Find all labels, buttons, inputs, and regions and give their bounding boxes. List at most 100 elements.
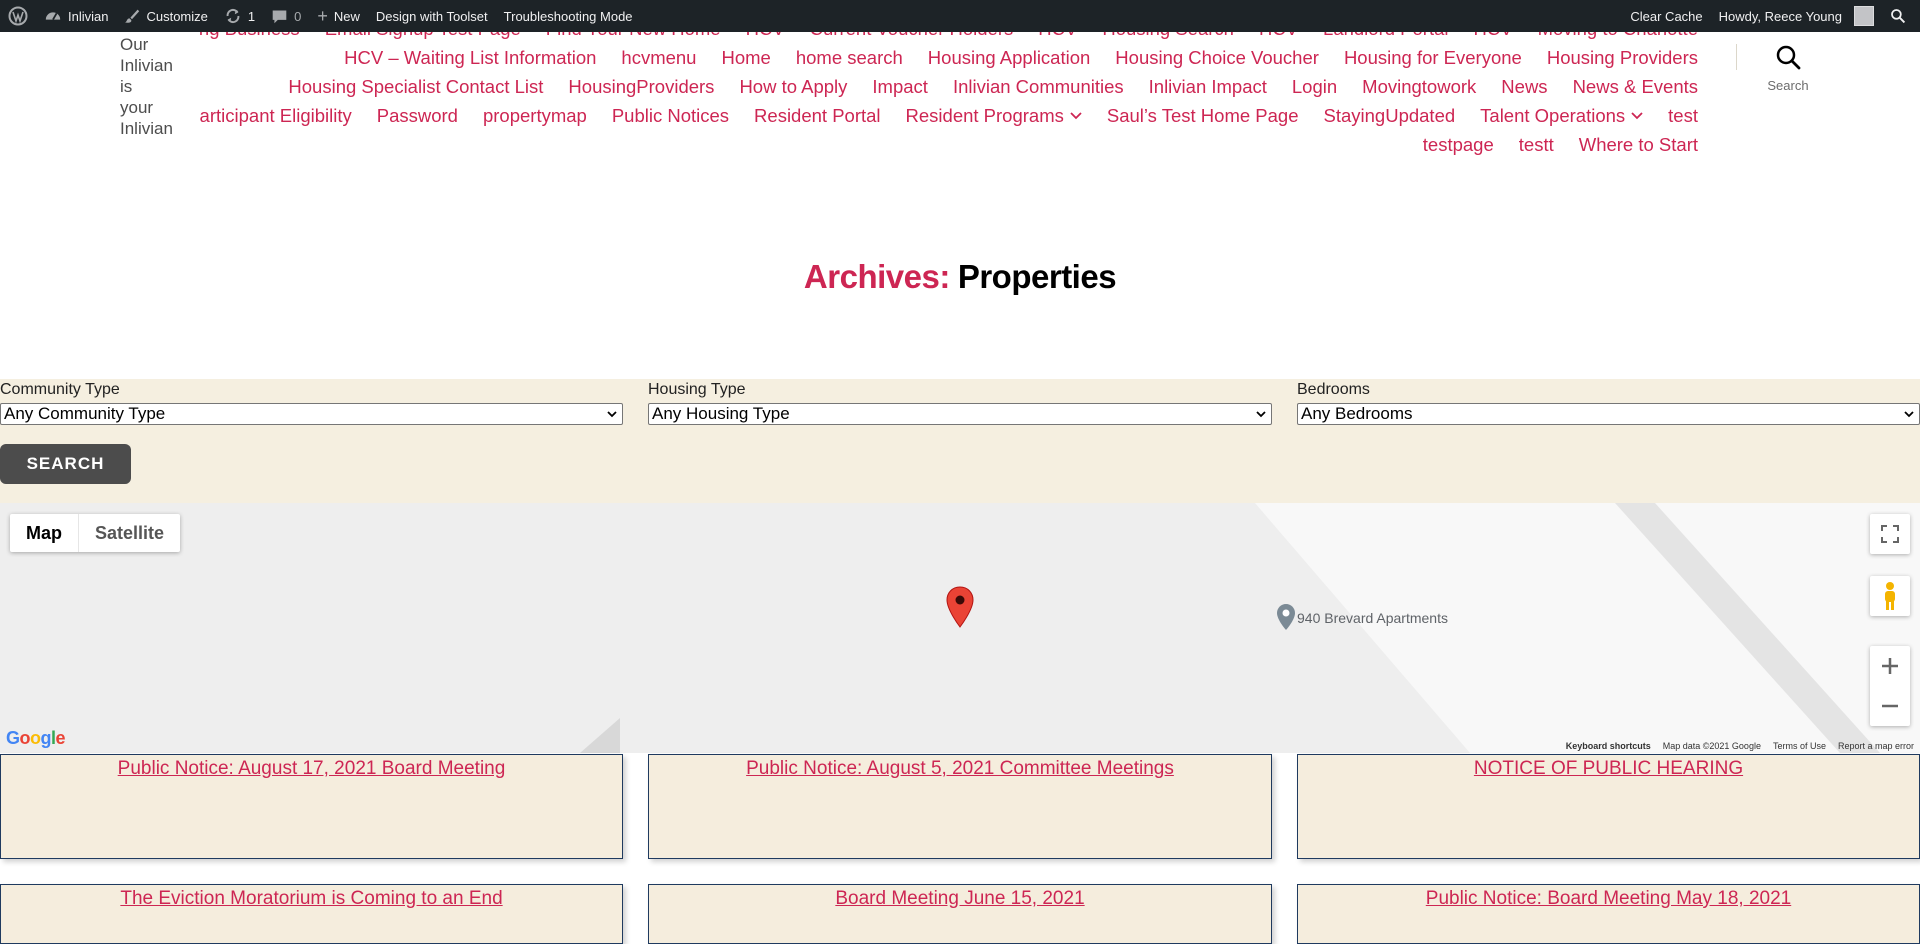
nav-item[interactable]: HCV – Waiting List Information: [344, 43, 596, 72]
nav-item[interactable]: Doing Business: [200, 32, 300, 43]
housing-type-select[interactable]: Any Housing Type: [648, 403, 1272, 425]
nav-item[interactable]: testt: [1519, 130, 1554, 159]
pegman-icon: [1885, 582, 1895, 610]
property-map[interactable]: Map Satellite 940 Brevard Apartments Goo…: [0, 503, 1920, 753]
nav-item[interactable]: Landlord Portal: [1323, 32, 1448, 43]
poi-label[interactable]: 940 Brevard Apartments: [1297, 610, 1448, 626]
post-card-link[interactable]: Public Notice: August 5, 2021 Committee …: [746, 758, 1174, 779]
troubleshooting-menu[interactable]: Troubleshooting Mode: [496, 0, 641, 32]
post-card-link[interactable]: The Eviction Moratorium is Coming to an …: [120, 888, 502, 909]
search-button[interactable]: SEARCH: [0, 444, 131, 484]
nav-item[interactable]: Impact: [872, 72, 928, 101]
nav-item[interactable]: hcvmenu: [621, 43, 696, 72]
clear-cache-button[interactable]: Clear Cache: [1622, 0, 1710, 32]
nav-item[interactable]: StayingUpdated: [1324, 101, 1456, 130]
customize-label: Customize: [146, 8, 208, 24]
nav-item[interactable]: Housing Specialist Contact List: [288, 72, 543, 101]
nav-item[interactable]: Email Signup Test Page: [325, 32, 521, 43]
nav-item[interactable]: Find Your New Home: [546, 32, 721, 43]
comment-icon: [272, 10, 287, 23]
site-title[interactable]: Our Inlivian is your Inlivian: [120, 34, 190, 139]
nav-item[interactable]: Inlivian Impact: [1149, 72, 1267, 101]
nav-item[interactable]: Saul’s Test Home Page: [1107, 101, 1299, 130]
nav-item-label: Inlivian Communities: [952, 76, 1124, 97]
nav-item[interactable]: News & Events: [1573, 72, 1698, 101]
nav-item[interactable]: Housing Application: [928, 43, 1091, 72]
nav-item[interactable]: Housing Choice Voucher: [1115, 43, 1319, 72]
admin-search-button[interactable]: [1882, 0, 1920, 32]
nav-item[interactable]: propertymap: [483, 101, 587, 130]
nav-item[interactable]: Participant Eligibility: [200, 101, 352, 130]
updates-count: 1: [247, 8, 256, 24]
nav-item-label: HCV: [1259, 32, 1298, 43]
clear-cache-label: Clear Cache: [1630, 8, 1703, 24]
nav-item[interactable]: testpage: [1423, 130, 1494, 159]
post-card-link[interactable]: Board Meeting June 15, 2021: [835, 888, 1084, 909]
nav-item-label: Email Signup Test Page: [325, 32, 521, 43]
nav-item[interactable]: Housing Providers: [1547, 43, 1698, 72]
nav-item-label: Housing Providers: [1546, 47, 1698, 68]
nav-item-label: How to Apply: [739, 76, 848, 97]
nav-item[interactable]: Housing for Everyone: [1344, 43, 1522, 72]
nav-item[interactable]: test: [1668, 101, 1698, 130]
nav-item[interactable]: Current Voucher Holders: [810, 32, 1014, 43]
updates-link[interactable]: 1: [216, 0, 263, 32]
account-menu[interactable]: Howdy, Reece Young: [1711, 0, 1882, 32]
map-type-satellite-button[interactable]: Satellite: [79, 514, 180, 552]
search-toggle-button[interactable]: Search: [1762, 44, 1814, 93]
comments-link[interactable]: 0: [263, 0, 309, 32]
new-content-menu[interactable]: + New: [309, 0, 368, 32]
community-type-select[interactable]: Any Community Type: [0, 403, 623, 425]
google-logo[interactable]: Google: [6, 728, 66, 749]
nav-item[interactable]: How to Apply: [739, 72, 847, 101]
fullscreen-button[interactable]: [1870, 514, 1910, 554]
wordpress-icon: [8, 6, 28, 26]
nav-item[interactable]: Movingtowork: [1362, 72, 1476, 101]
bedrooms-select[interactable]: Any Bedrooms: [1297, 403, 1920, 425]
nav-item-label: Current Voucher Holders: [810, 32, 1014, 43]
zoom-out-button[interactable]: [1881, 686, 1899, 726]
report-error-link[interactable]: Report a map error: [1838, 741, 1914, 751]
nav-item-label: Housing for Everyone: [1343, 47, 1522, 68]
nav-item[interactable]: News: [1501, 72, 1547, 101]
nav-item[interactable]: HCV: [1038, 32, 1077, 43]
nav-item[interactable]: Public Notices: [612, 101, 729, 130]
nav-item[interactable]: Housing Search: [1102, 32, 1234, 43]
nav-item[interactable]: HCV: [746, 32, 785, 43]
street-view-pegman[interactable]: [1870, 576, 1910, 616]
post-card-link[interactable]: Public Notice: August 17, 2021 Board Mee…: [118, 758, 506, 779]
site-name-menu[interactable]: Inlivian: [36, 0, 116, 32]
chevron-down-icon[interactable]: [1070, 111, 1082, 121]
nav-item[interactable]: home search: [796, 43, 903, 72]
nav-item-label: Resident Programs: [905, 105, 1064, 126]
post-card-link[interactable]: NOTICE OF PUBLIC HEARING: [1474, 758, 1743, 779]
map-marker-icon[interactable]: [946, 586, 974, 628]
poi-marker-icon[interactable]: [1276, 603, 1296, 631]
zoom-in-button[interactable]: [1881, 646, 1899, 686]
nav-item[interactable]: HCV: [1474, 32, 1513, 43]
nav-item-label: Resident Portal: [754, 105, 881, 126]
nav-item[interactable]: Where to Start: [1579, 130, 1698, 159]
customize-link[interactable]: Customize: [116, 0, 215, 32]
nav-item[interactable]: Inlivian Communities: [953, 72, 1124, 101]
nav-item[interactable]: Moving to Charlotte: [1538, 32, 1698, 43]
nav-item-label: Doing Business: [200, 32, 300, 43]
map-type-map-button[interactable]: Map: [10, 514, 79, 552]
nav-item[interactable]: HousingProviders: [568, 72, 714, 101]
nav-item[interactable]: Home: [721, 43, 770, 72]
nav-item[interactable]: Login: [1292, 72, 1337, 101]
nav-item[interactable]: HCV: [1259, 32, 1298, 43]
nav-item[interactable]: Password: [377, 101, 458, 130]
nav-item[interactable]: Resident Portal: [754, 101, 880, 130]
post-card-link[interactable]: Public Notice: Board Meeting May 18, 202…: [1426, 888, 1791, 909]
wordpress-logo-menu[interactable]: [0, 0, 36, 32]
nav-item[interactable]: Talent Operations: [1480, 101, 1643, 130]
chevron-down-icon[interactable]: [1631, 111, 1643, 121]
site-title-line: your: [120, 98, 154, 117]
archive-prefix: Archives:: [803, 258, 950, 295]
page-title: Archives: Properties: [0, 258, 1920, 296]
keyboard-shortcuts-link[interactable]: Keyboard shortcuts: [1566, 741, 1651, 751]
nav-item[interactable]: Resident Programs: [906, 101, 1082, 130]
terms-link[interactable]: Terms of Use: [1773, 741, 1826, 751]
toolset-menu[interactable]: Design with Toolset: [368, 0, 496, 32]
